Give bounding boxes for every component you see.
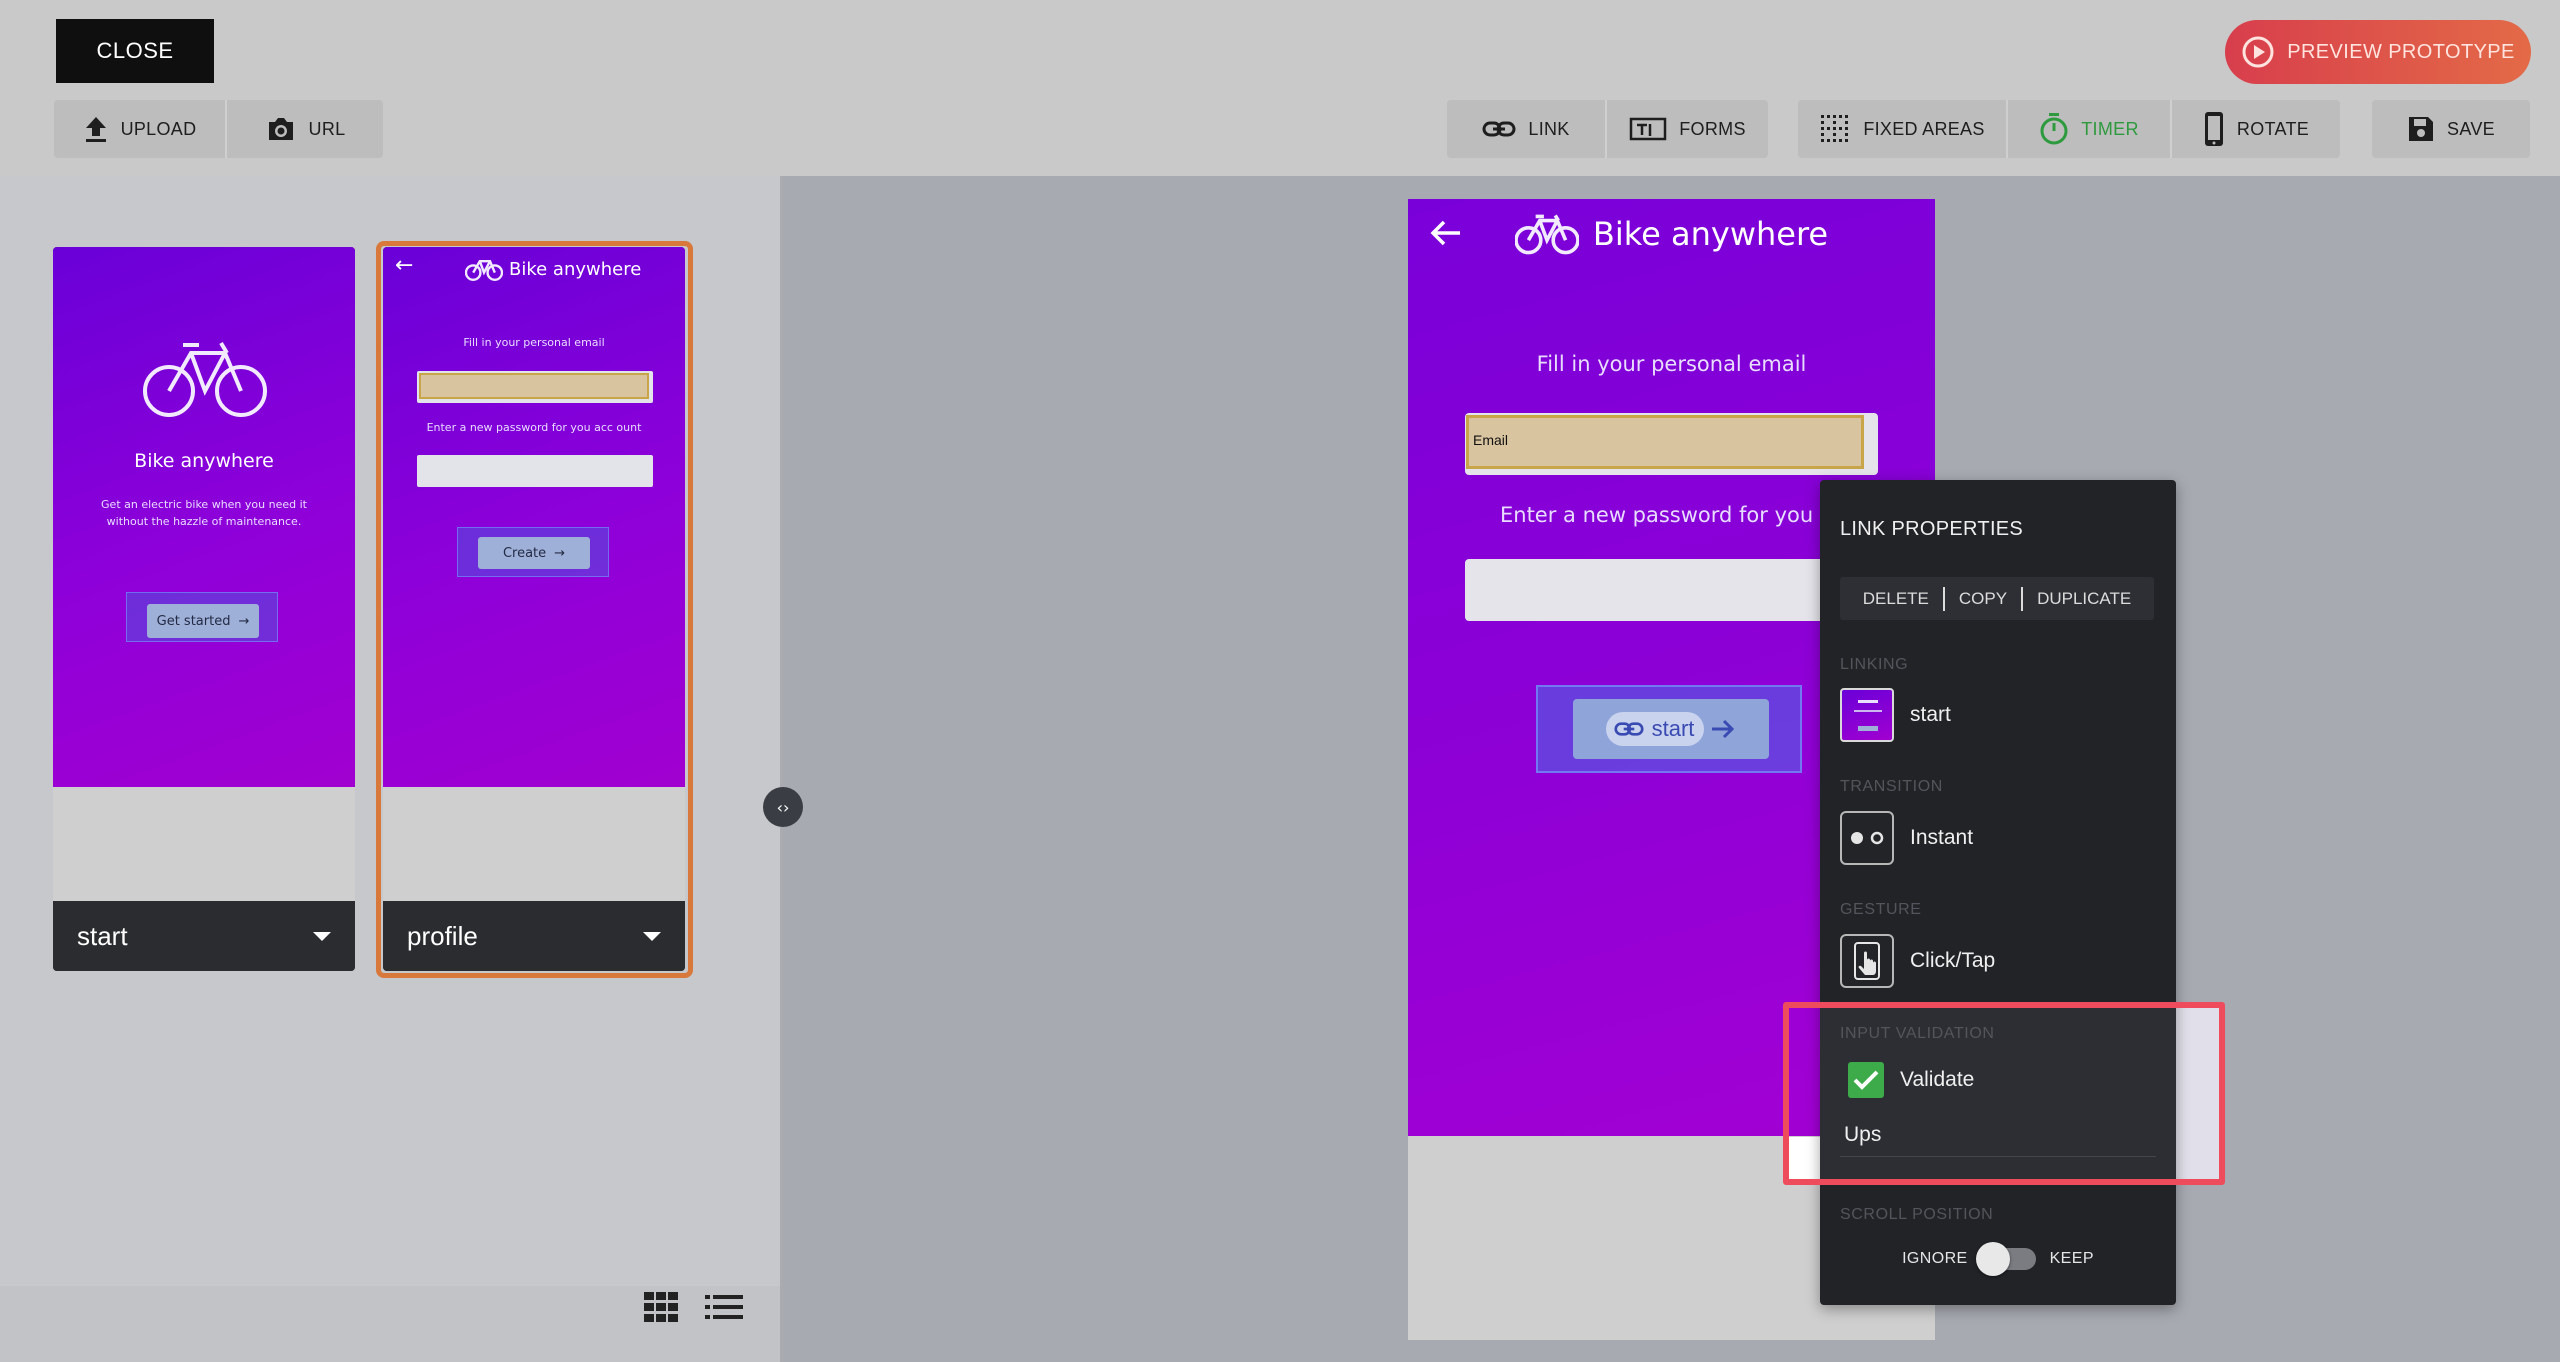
url-label: URL [308, 118, 346, 139]
copy-button[interactable]: COPY [1959, 589, 2007, 609]
get-started-label: Get started [156, 613, 231, 629]
prototype-title: Bike anywhere [1592, 215, 1829, 253]
list-icon [705, 1295, 743, 1319]
camera-icon [268, 118, 293, 140]
import-button-group: UPLOAD URL [54, 100, 383, 158]
transition-value: Instant [1910, 826, 1974, 849]
link-icon [1482, 121, 1516, 137]
bicycle-icon [1514, 214, 1579, 255]
rotate-label: ROTATE [2236, 118, 2310, 139]
transition-selector[interactable]: Instant [1840, 811, 1973, 865]
screen-tools-group: FIXED AREAS TIMER ROTATE [1798, 100, 2340, 158]
grid-icon [644, 1292, 678, 1322]
gesture-label: GESTURE [1840, 901, 1922, 918]
save-icon [2409, 117, 2434, 141]
link-label: LINK [1528, 118, 1570, 139]
transition-instant-icon [1840, 811, 1894, 865]
screen-card-footer[interactable]: start [53, 901, 355, 971]
link-actions: DELETE COPY DUPLICATE [1840, 577, 2154, 620]
arrow-right-icon: → [238, 613, 250, 629]
top-toolbar: CLOSE UPLOAD URL LINK FORMS FIXED AREAS … [0, 0, 2560, 176]
prototype-header: Bike anywhere [1408, 213, 1935, 255]
selected-screen-outline [376, 241, 693, 978]
save-button[interactable]: SAVE [2372, 100, 2530, 158]
preview-prototype-label: PREVIEW PROTOTYPE [2287, 40, 2515, 63]
gesture-value: Click/Tap [1910, 949, 1996, 972]
caret-down-icon[interactable] [313, 931, 331, 941]
panel-title: LINK PROPERTIES [1840, 518, 2024, 540]
fixed-areas-button[interactable]: FIXED AREAS [1798, 100, 2008, 158]
linking-target[interactable]: start [1840, 688, 1951, 742]
password-field [1465, 559, 1878, 621]
fixed-areas-icon [1821, 115, 1849, 142]
tap-gesture-icon [1840, 934, 1894, 988]
link-button-group: LINK FORMS [1447, 100, 1768, 158]
email-prompt: Fill in your personal email [1536, 352, 1807, 376]
scroll-keep-label: KEEP [2049, 1250, 2094, 1267]
validation-highlight-frame [1783, 1002, 2225, 1185]
divider [1942, 586, 1945, 611]
delete-button[interactable]: DELETE [1863, 589, 1929, 609]
target-screen-thumbnail [1840, 688, 1894, 742]
play-circle-icon [2242, 36, 2274, 68]
code-chevrons-icon: ‹› [776, 797, 790, 817]
upload-label: UPLOAD [120, 118, 197, 139]
timer-icon [2040, 113, 2068, 145]
gesture-selector[interactable]: Click/Tap [1840, 934, 1995, 988]
transition-label: TRANSITION [1840, 778, 1943, 795]
duplicate-button[interactable]: DUPLICATE [2037, 589, 2131, 609]
link-chip: start [1605, 712, 1705, 746]
url-button[interactable]: URL [227, 100, 383, 158]
preview-prototype-button[interactable]: PREVIEW PROTOTYPE [2225, 20, 2531, 84]
linking-label: LINKING [1840, 656, 1909, 673]
fixed-areas-label: FIXED AREAS [1863, 118, 1985, 139]
rotate-button[interactable]: ROTATE [2172, 100, 2340, 158]
screen-name: start [77, 920, 128, 951]
link-target-label: start [1651, 716, 1695, 741]
divider [2021, 586, 2024, 611]
linking-value: start [1910, 703, 1951, 726]
forms-button[interactable]: FORMS [1607, 100, 1768, 158]
phone-icon [2204, 112, 2223, 146]
grid-view-button[interactable] [639, 1285, 683, 1329]
start-button[interactable]: start [1573, 699, 1769, 759]
forms-label: FORMS [1679, 118, 1746, 139]
bicycle-icon [143, 341, 267, 417]
toggle-knob [1975, 1242, 2010, 1276]
scroll-position-label: SCROLL POSITION [1840, 1206, 1994, 1223]
screen-subtitle-1: Get an electric bike when you need it [101, 498, 307, 511]
link-button[interactable]: LINK [1447, 100, 1607, 158]
screen-below-fold [53, 787, 355, 901]
upload-icon [85, 117, 106, 142]
timer-button[interactable]: TIMER [2008, 100, 2172, 158]
screen-subtitle-2: without the hazzle of maintenance. [106, 515, 302, 528]
screen-title: Bike anywhere [134, 450, 274, 472]
panel-resize-handle[interactable]: ‹› [763, 787, 803, 827]
screen-card-start[interactable]: Bike anywhere Get an electric bike when … [53, 247, 355, 971]
link-icon [1614, 722, 1644, 736]
list-view-button[interactable] [702, 1285, 746, 1329]
arrow-right-icon [1712, 719, 1735, 739]
save-button-group: SAVE [2372, 100, 2530, 158]
timer-label: TIMER [2081, 118, 2139, 139]
scroll-ignore-label: IGNORE [1902, 1250, 1968, 1267]
forms-icon [1630, 117, 1667, 141]
get-started-button: Get started → [147, 604, 259, 638]
screen-thumbnail: Bike anywhere Get an electric bike when … [53, 247, 355, 787]
email-hotspot[interactable]: Email [1466, 415, 1864, 469]
save-label: SAVE [2447, 118, 2495, 139]
scroll-toggle-switch[interactable] [1975, 1242, 2036, 1276]
close-button[interactable]: CLOSE [56, 19, 214, 83]
scroll-position-toggle: IGNORE KEEP [1820, 1242, 2176, 1276]
upload-button[interactable]: UPLOAD [54, 100, 227, 158]
